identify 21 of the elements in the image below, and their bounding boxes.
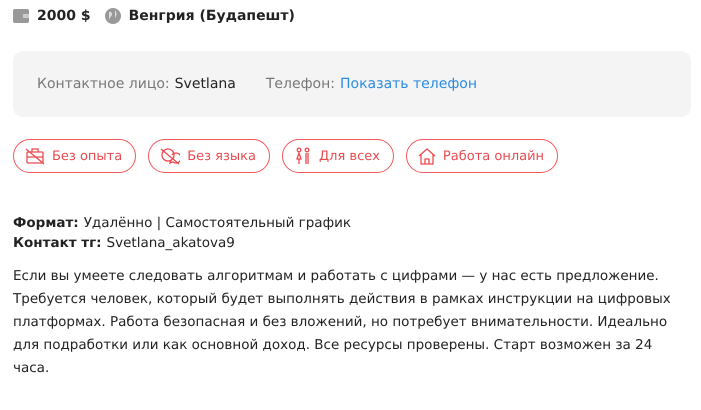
people-icon — [294, 147, 312, 165]
detail-value: Удалённо | Самостоятельный график — [84, 215, 352, 231]
wallet-icon — [13, 9, 29, 23]
description-paragraph: Если вы умеете следовать алгоритмам и работать с цифрами — у нас есть предложение. Требуется человек, который будет выполнять действия в рамках инструкции на цифровых платформах. Работа безопасная и без вложений, но потребует внимательности. Идеально для подработки или как основной доход. Все ресурсы проверены. Старт возможен за 24 часа. — [13, 267, 672, 378]
contact-person-name: Svetlana — [174, 76, 236, 92]
tag-chip[interactable]: Без языка — [148, 139, 270, 173]
tag-chip[interactable]: Без опыта — [13, 139, 136, 173]
chat-crossed-icon — [160, 147, 180, 165]
briefcase-crossed-icon — [25, 147, 45, 165]
tag-chip[interactable]: Работа онлайн — [406, 139, 558, 173]
phone-label: Телефон: — [266, 76, 335, 92]
detail-label: Контакт тг: — [13, 235, 102, 251]
detail-value: Svetlana_akatova9 — [106, 235, 235, 251]
location-text: Венгрия (Будапешт) — [128, 8, 295, 24]
salary-text: 2000 $ — [37, 8, 91, 24]
tag-chip[interactable]: Для всех — [282, 139, 394, 173]
show-phone-link[interactable]: Показать телефон — [340, 76, 478, 92]
contact-person-label: Контактное лицо: — [37, 76, 170, 92]
house-icon — [418, 147, 436, 165]
detail-label: Формат: — [13, 215, 79, 231]
globe-icon — [104, 8, 121, 24]
